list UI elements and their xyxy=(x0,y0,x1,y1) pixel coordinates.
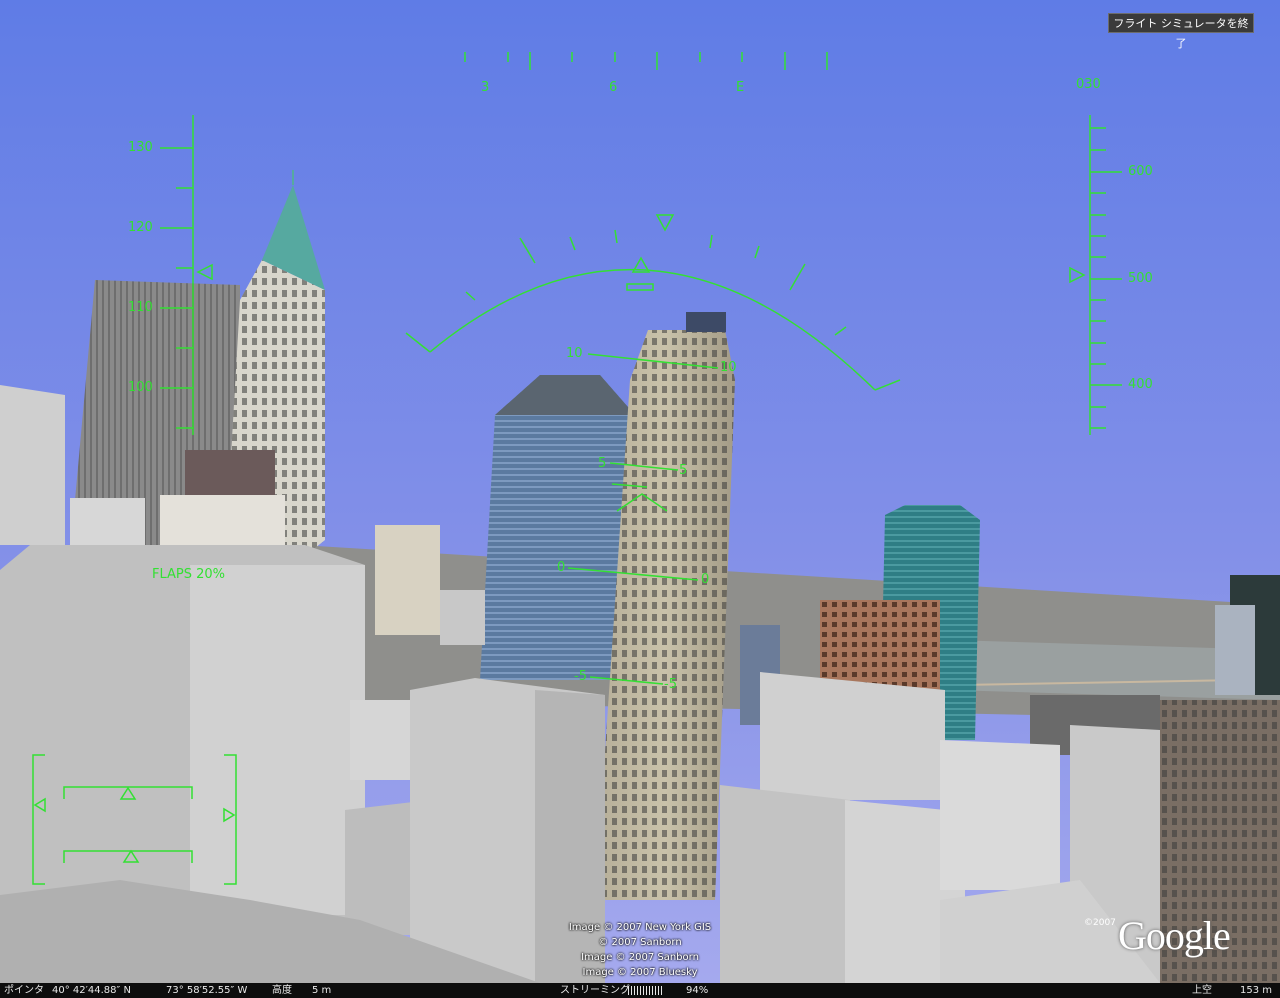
flight-scene xyxy=(0,0,1280,998)
attribution-line: Image © 2007 New York GIS xyxy=(568,922,712,933)
streaming-percent: 94% xyxy=(686,985,709,996)
attribution-line: Image © 2007 Bluesky xyxy=(582,967,698,978)
building-central-tower-sign xyxy=(686,312,726,332)
building-right-glass xyxy=(1215,605,1255,695)
block-right-3 xyxy=(940,740,1060,890)
pointer-longitude: 73° 58′52.55″ W xyxy=(166,985,248,996)
pitch-label-5-left: 5 xyxy=(598,456,607,471)
speed-label-110: 110 xyxy=(128,300,153,315)
streaming-progress-bar xyxy=(628,986,662,995)
pitch-label-neg5-left: -5 xyxy=(574,669,587,684)
altitude-label-400: 400 xyxy=(1128,377,1153,392)
building-glass-blue xyxy=(480,375,635,680)
logo-copyright: ©2007 xyxy=(1084,918,1116,928)
heading-label-6: 6 xyxy=(609,80,618,95)
speed-label-100: 100 xyxy=(128,380,153,395)
pitch-label-0-left: 0 xyxy=(557,560,566,575)
speed-label-120: 120 xyxy=(128,220,153,235)
block-left-big-face xyxy=(190,565,365,915)
streaming-label: ストリーミング xyxy=(560,985,630,996)
eye-altitude-label: 上空 xyxy=(1192,985,1212,996)
altitude-label-600: 600 xyxy=(1128,164,1153,179)
pointer-label: ポインタ xyxy=(4,985,44,996)
building-small-dark xyxy=(185,450,275,500)
heading-value: 030 xyxy=(1076,77,1101,92)
elevation-label: 高度 xyxy=(272,985,292,996)
building-brick xyxy=(820,600,940,690)
block-left-small xyxy=(70,498,145,553)
pitch-label-5-right: 5 xyxy=(679,463,688,478)
pointer-latitude: 40° 42′44.88″ N xyxy=(52,985,131,996)
eye-altitude-value: 153 m xyxy=(1240,985,1273,996)
elevation-value: 5 m xyxy=(312,985,332,996)
attribution-line: Image © 2007 Sanborn xyxy=(581,952,699,963)
pitch-label-10-right: 10 xyxy=(720,360,737,375)
building-mid-beige xyxy=(375,525,440,635)
heading-label-3: 3 xyxy=(481,80,490,95)
imagery-attribution: Image © 2007 New York GIS © 2007 Sanborn… xyxy=(540,920,740,980)
pitch-label-neg5-right: -5 xyxy=(664,677,677,692)
altitude-label-500: 500 xyxy=(1128,271,1153,286)
block-left-tall xyxy=(0,385,65,545)
flaps-indicator: FLAPS 20% xyxy=(152,567,226,582)
pitch-label-0-right: 0 xyxy=(701,572,710,587)
google-logo: Google xyxy=(1118,913,1231,958)
exit-flight-simulator-button[interactable]: フライト シミュレータを終了 xyxy=(1108,13,1254,50)
pitch-label-10-left: 10 xyxy=(566,346,583,361)
status-bar: ポインタ 40° 42′44.88″ N 73° 58′52.55″ W 高度 … xyxy=(0,983,1280,998)
heading-label-e: E xyxy=(736,80,745,95)
block-right-top xyxy=(760,672,945,800)
attribution-line: © 2007 Sanborn xyxy=(598,937,682,948)
building-mid-grey xyxy=(440,590,485,645)
speed-label-130: 130 xyxy=(128,140,153,155)
